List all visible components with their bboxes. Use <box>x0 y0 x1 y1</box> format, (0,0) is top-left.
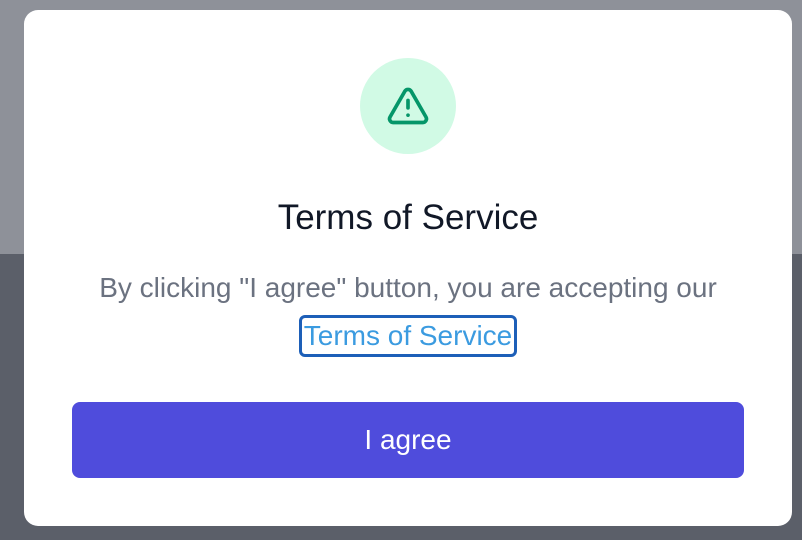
warning-triangle-icon <box>387 87 429 125</box>
dialog-message-text: By clicking "I agree" button, you are ac… <box>99 272 717 303</box>
warning-icon-badge <box>360 58 456 154</box>
dialog-message: By clicking "I agree" button, you are ac… <box>64 264 752 360</box>
terms-of-service-link[interactable]: Terms of Service <box>298 315 518 357</box>
dialog-title: Terms of Service <box>277 198 539 237</box>
agree-button[interactable]: I agree <box>72 402 744 478</box>
terms-dialog: Terms of Service By clicking "I agree" b… <box>24 10 792 526</box>
